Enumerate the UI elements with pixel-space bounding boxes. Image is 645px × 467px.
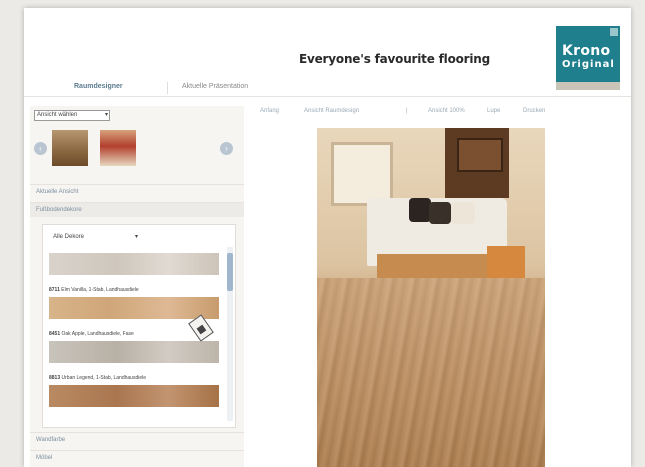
decor-swatch[interactable] [49,253,219,275]
logo-text-secondary: Original [562,59,615,70]
tab-bar: Raumdesigner Aktuelle Präsentation [24,80,631,97]
decor-label[interactable]: 8813 Urban Legend, 1-Stab, Landhausdiele [49,375,146,381]
decor-label[interactable]: 8451 Oak Apple, Landhausdiele, Fase [49,331,134,337]
toolbar-magnifier[interactable]: Lupe [487,108,500,114]
tab-divider [167,82,168,94]
tab-current-presentation[interactable]: Aktuelle Präsentation [182,83,248,90]
sidebar: Ansicht wählen ▾ ‹ › Aktuelle Ansicht Fu… [30,106,244,467]
close-icon[interactable] [610,28,618,36]
decor-name: Oak Apple, Landhausdiele, Fase [61,331,134,337]
decor-scrollbar[interactable] [227,247,233,421]
view-select-value: Ansicht wählen [37,112,78,118]
room-preview-image [317,128,545,467]
sidebar-item-floor-decors[interactable]: Fußbodendekore [30,202,244,217]
toolbar-zoom-100[interactable]: Ansicht 100% [428,108,465,114]
sidebar-item-furniture[interactable]: Möbel [30,450,244,465]
logo-text-primary: Krono [562,43,611,59]
room-thumbnail-1[interactable] [52,130,88,166]
room-picture [457,138,503,172]
view-toolbar: Anfang Ansicht Raumdesign | Ansicht 100%… [246,108,626,120]
scroll-thumb[interactable] [227,253,233,291]
tab-room-designer[interactable]: Raumdesigner [74,83,123,90]
decor-swatch[interactable] [49,297,219,319]
decor-swatch[interactable] [49,341,219,363]
decor-filter-value: Alle Dekore [53,234,85,240]
room-pillow [429,202,451,224]
toolbar-room-view[interactable]: Ansicht Raumdesign [304,108,359,114]
decor-name: Urban Legend, 1-Stab, Landhausdiele [61,375,147,381]
view-select[interactable]: Ansicht wählen ▾ [34,110,110,121]
decor-code: 8451 [49,331,61,337]
sidebar-item-walls[interactable]: Wandfarbe [30,432,244,447]
toolbar-start[interactable]: Anfang [260,108,279,114]
page-title: Everyone's favourite flooring [299,52,491,66]
room-pillow [409,198,431,222]
decor-filter-select[interactable]: Alle Dekore ▾ [51,233,143,244]
app-window: Everyone's favourite flooring Krono Orig… [24,8,631,467]
toolbar-separator: | [406,108,408,114]
chevron-down-icon: ▾ [104,112,108,118]
decor-swatch[interactable] [49,385,219,407]
decor-list-panel: Alle Dekore ▾ 8711 Elm Vanilla, 1-Stab, … [42,224,236,428]
room-window [331,142,393,206]
toolbar-print[interactable]: Drucken [523,108,545,114]
chevron-down-icon: ▾ [135,234,139,240]
decor-label[interactable]: 8711 Elm Vanilla, 1-Stab, Landhausdiele [49,287,139,293]
room-thumbnail-2[interactable] [100,130,136,166]
chevron-right-icon[interactable]: › [220,142,233,155]
decor-name: Elm Vanilla, 1-Stab, Landhausdiele [61,287,139,293]
decor-code: 8711 [49,287,60,293]
sidebar-item-room-view[interactable]: Aktuelle Ansicht [30,184,244,199]
decor-code: 8813 [49,375,61,381]
chevron-left-icon[interactable]: ‹ [34,142,47,155]
room-pillow [451,202,475,224]
room-floor-shade [317,278,545,467]
